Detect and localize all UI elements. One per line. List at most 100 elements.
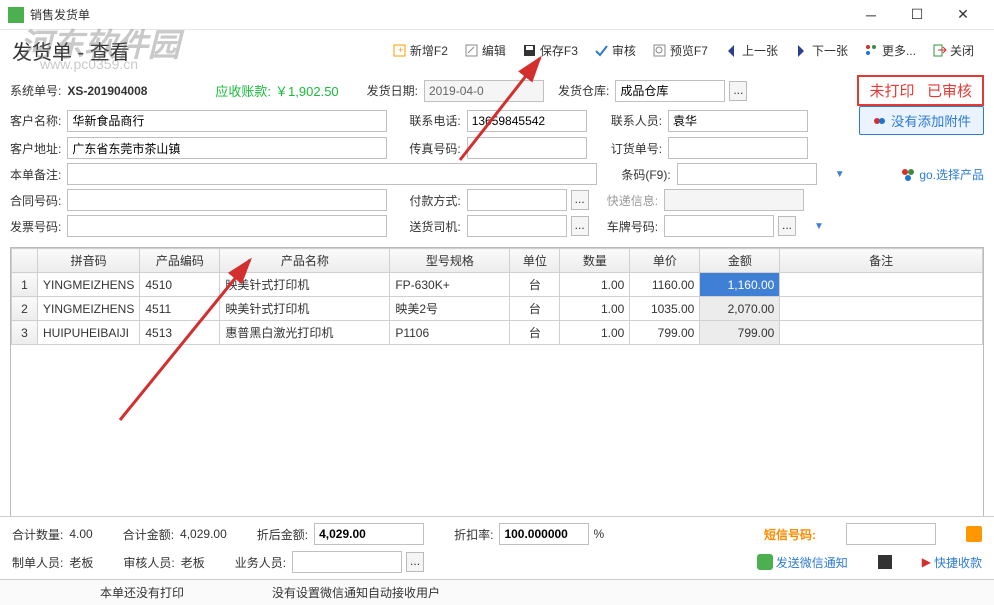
contact-label: 联系人员: (611, 112, 664, 129)
driver-label: 送货司机: (409, 218, 462, 235)
select-product-link[interactable]: go.选择产品 (901, 166, 984, 183)
warehouse-input[interactable] (615, 80, 725, 102)
status-left: 本单还没有打印 (12, 584, 272, 601)
memo-label: 本单备注: (10, 166, 63, 183)
plate-input[interactable] (664, 215, 774, 237)
page-title: 发货单 - 查看 (12, 36, 130, 65)
discount-label: 折扣率: (454, 526, 495, 543)
prev-icon (724, 43, 739, 58)
contract-input[interactable] (67, 189, 387, 211)
col-unit[interactable]: 单位 (510, 249, 560, 273)
order-no-input[interactable] (668, 137, 808, 159)
flag-icon: ▶ (922, 555, 931, 569)
fax-label: 传真号码: (409, 140, 462, 157)
col-remark[interactable]: 备注 (780, 249, 983, 273)
save-icon (522, 43, 537, 58)
customer-label: 客户名称: (10, 112, 63, 129)
plate-picker[interactable]: ... (778, 216, 796, 236)
warehouse-label: 发货仓库: (558, 82, 611, 99)
customer-input[interactable] (67, 110, 387, 132)
driver-input[interactable] (467, 215, 567, 237)
table-row[interactable]: 2YINGMEIZHENS4511映美针式打印机映美2号台1.001035.00… (12, 297, 983, 321)
biz-person-picker[interactable]: ... (406, 552, 424, 572)
no-attachment-button[interactable]: 没有添加附件 (859, 106, 984, 135)
minimize-button[interactable]: ─ (848, 0, 894, 30)
toolbar: +新增F2 编辑 保存F3 审核 预览F7 上一张 下一张 更多... 关闭 (384, 38, 982, 63)
order-no-label: 订货单号: (611, 140, 664, 157)
biz-person-label: 业务人员: (235, 554, 288, 571)
audit-button[interactable]: 审核 (586, 38, 644, 63)
fax-input[interactable] (467, 137, 587, 159)
rss-icon[interactable] (966, 526, 982, 542)
discount-input[interactable] (499, 523, 589, 545)
quick-collect-button[interactable]: ▶快捷收款 (922, 554, 982, 571)
more-icon (864, 43, 879, 58)
total-qty: 4.00 (69, 527, 92, 541)
col-price[interactable]: 单价 (630, 249, 700, 273)
pay-method-label: 付款方式: (409, 192, 462, 209)
col-qty[interactable]: 数量 (560, 249, 630, 273)
col-code[interactable]: 产品编码 (140, 249, 220, 273)
pay-method-picker[interactable]: ... (571, 190, 589, 210)
attachment-icon (872, 113, 887, 128)
edit-icon (464, 43, 479, 58)
wechat-notify-button[interactable]: 发送微信通知 (757, 554, 848, 571)
total-qty-label: 合计数量: (12, 526, 65, 543)
close-window-button[interactable]: ✕ (940, 0, 986, 30)
next-button[interactable]: 下一张 (786, 38, 856, 63)
check-icon (594, 43, 609, 58)
table-row[interactable]: 1YINGMEIZHENS4510映美针式打印机FP-630K+台1.00116… (12, 273, 983, 297)
address-input[interactable] (67, 137, 387, 159)
barcode-input[interactable] (677, 163, 817, 185)
auditor: 老板 (181, 554, 205, 571)
after-discount-label: 折后金额: (257, 526, 310, 543)
col-pinyin[interactable]: 拼音码 (38, 249, 140, 273)
preview-button[interactable]: 预览F7 (644, 38, 716, 63)
expand-toggle-1[interactable]: ▼ (835, 169, 845, 180)
maker-label: 制单人员: (12, 554, 65, 571)
after-discount-input[interactable] (314, 523, 424, 545)
maximize-button[interactable]: ☐ (894, 0, 940, 30)
receivable-value: ￥1,902.50 (275, 81, 339, 100)
edit-button[interactable]: 编辑 (456, 38, 514, 63)
note-icon[interactable] (878, 555, 892, 569)
prev-button[interactable]: 上一张 (716, 38, 786, 63)
ship-date-label: 发货日期: (367, 82, 420, 99)
contract-label: 合同号码: (10, 192, 63, 209)
svg-text:+: + (398, 45, 403, 55)
product-icon (901, 167, 916, 182)
total-amount-label: 合计金额: (123, 526, 176, 543)
col-spec[interactable]: 型号规格 (390, 249, 510, 273)
window-title: 销售发货单 (30, 6, 848, 23)
expand-toggle-2[interactable]: ▼ (814, 221, 824, 232)
address-label: 客户地址: (10, 140, 63, 157)
col-amount[interactable]: 金额 (700, 249, 780, 273)
more-button[interactable]: 更多... (856, 38, 924, 63)
new-button[interactable]: +新增F2 (384, 38, 456, 63)
express-label: 快递信息: (607, 192, 660, 209)
auditor-label: 审核人员: (123, 554, 176, 571)
memo-input[interactable] (67, 163, 597, 185)
phone-label: 联系电话: (409, 112, 462, 129)
sys-no-label: 系统单号: (10, 82, 63, 99)
sms-input[interactable] (846, 523, 936, 545)
barcode-label: 条码(F9): (621, 166, 672, 183)
driver-picker[interactable]: ... (571, 216, 589, 236)
col-name[interactable]: 产品名称 (220, 249, 390, 273)
phone-input[interactable] (467, 110, 587, 132)
status-right: 没有设置微信通知自动接收用户 (272, 584, 440, 601)
ship-date-input[interactable] (424, 80, 544, 102)
contact-input[interactable] (668, 110, 808, 132)
close-button[interactable]: 关闭 (924, 38, 982, 63)
total-amount: 4,029.00 (180, 527, 227, 541)
table-row[interactable]: 3HUIPUHEIBAIJI4513惠普黑白激光打印机P1106台1.00799… (12, 321, 983, 345)
warehouse-picker[interactable]: ... (729, 81, 747, 101)
new-icon: + (392, 43, 407, 58)
invoice-label: 发票号码: (10, 218, 63, 235)
save-button[interactable]: 保存F3 (514, 38, 586, 63)
pay-method-input[interactable] (467, 189, 567, 211)
invoice-input[interactable] (67, 215, 387, 237)
biz-person-input[interactable] (292, 551, 402, 573)
app-icon (8, 7, 24, 23)
express-input (664, 189, 804, 211)
